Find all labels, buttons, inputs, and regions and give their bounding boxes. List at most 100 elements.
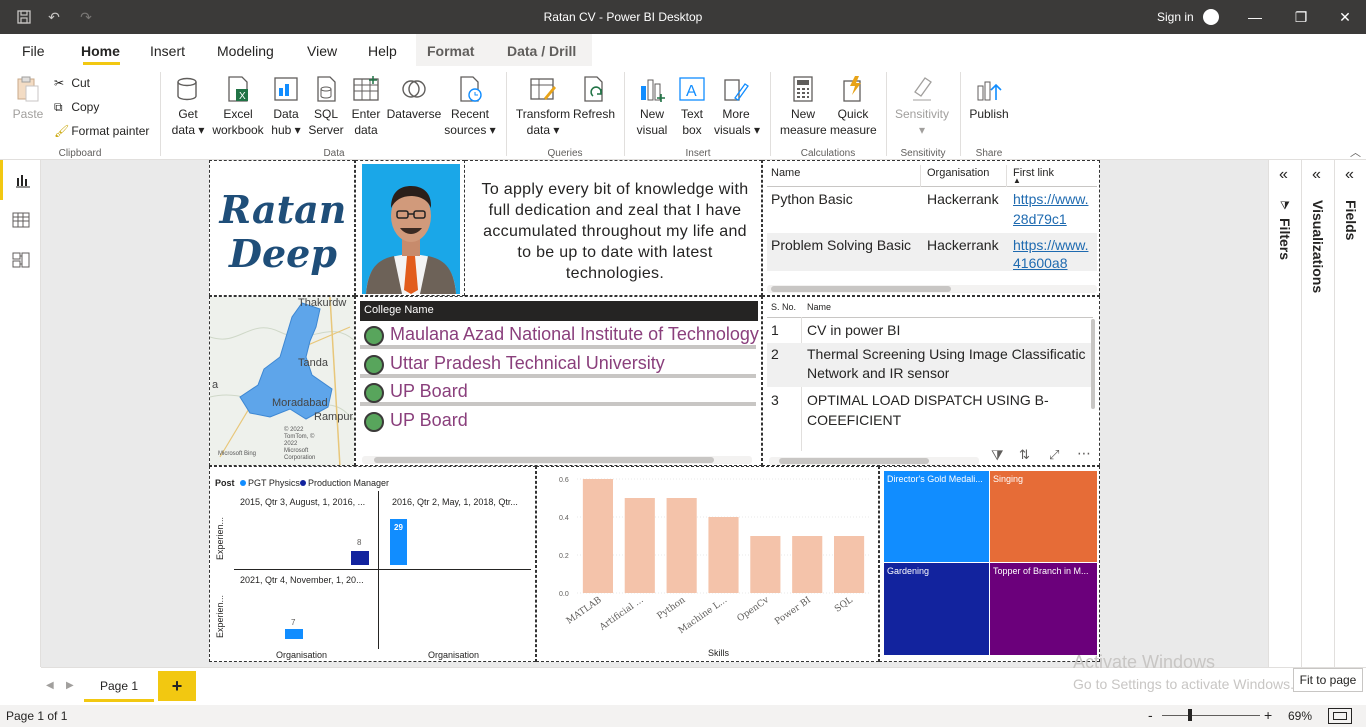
zoom-in-icon[interactable]: + <box>1264 707 1272 723</box>
tab-data-drill[interactable]: Data / Drill <box>507 43 576 59</box>
table-row[interactable]: Problem Solving Basic Hackerrank https:/… <box>767 233 1097 271</box>
table-row[interactable]: Python Basic Hackerrank https://www. 28d… <box>767 187 1097 233</box>
tab-file[interactable]: File <box>22 43 45 59</box>
bar[interactable] <box>666 498 697 593</box>
tab-modeling[interactable]: Modeling <box>217 43 274 59</box>
skills-chart[interactable]: 0.0 0.2 0.4 0.6 MATLAB Artificial ... Python Ma… <box>536 466 879 662</box>
bar[interactable] <box>792 536 823 593</box>
restore-icon[interactable]: ❐ <box>1291 8 1311 26</box>
recent-sources-button[interactable]: Recent sources ▾ <box>444 74 496 138</box>
dataverse-button[interactable]: Dataverse <box>386 74 442 122</box>
tab-insert[interactable]: Insert <box>150 43 185 59</box>
colleges-list[interactable]: College Name Maulana Azad National Insti… <box>355 296 762 466</box>
tab-home[interactable]: Home <box>81 43 120 59</box>
refresh-button[interactable]: Refresh <box>573 74 615 122</box>
cert-header-name[interactable]: Name <box>771 167 800 179</box>
new-visual-button[interactable]: New visual <box>634 74 670 138</box>
profile-photo[interactable] <box>355 160 465 296</box>
bar[interactable] <box>351 551 369 565</box>
scroll-right-icon[interactable]: ▶ <box>66 680 74 691</box>
awards-treemap[interactable]: Director's Gold Medali... Singing Garden… <box>879 466 1100 662</box>
filters-pane[interactable]: « ⧩ Filters <box>1268 160 1301 667</box>
project-header-sno[interactable]: S. No. <box>771 302 796 312</box>
table-row[interactable]: 2 Thermal Screening Using Image Classifi… <box>767 343 1093 387</box>
cert-link[interactable]: 41600a8 <box>1013 255 1068 271</box>
tab-help[interactable]: Help <box>368 43 397 59</box>
horizontal-scrollbar[interactable] <box>767 285 1097 293</box>
project-header-name[interactable]: Name <box>807 302 831 312</box>
sign-in-link[interactable]: Sign in <box>1157 10 1194 24</box>
expand-filters-icon[interactable]: « <box>1279 166 1288 184</box>
table-row[interactable]: 3 OPTIMAL LOAD DISPATCH USING B- COEEFIC… <box>767 389 1093 433</box>
map-visual[interactable]: Thakurdw Tanda Moradabad Rampur a © 2022… <box>209 296 355 466</box>
cert-link[interactable]: https://www. <box>1013 237 1097 253</box>
fields-label[interactable]: Fields <box>1343 200 1359 240</box>
bar[interactable] <box>624 498 655 593</box>
new-measure-button[interactable]: New measure <box>780 74 827 138</box>
close-icon[interactable]: ✕ <box>1335 8 1355 26</box>
cert-header-org[interactable]: Organisation <box>927 167 989 179</box>
text-box-button[interactable]: A Text box <box>674 74 710 138</box>
certifications-table[interactable]: Name Organisation First link ▲ Python Ba… <box>762 160 1100 296</box>
cut-button[interactable]: ✂ Cut <box>54 74 90 92</box>
list-item[interactable]: Uttar Pradesh Technical University <box>360 352 756 378</box>
treemap-tile[interactable]: Singing <box>990 471 1097 562</box>
bar[interactable] <box>834 536 865 593</box>
sensitivity-button[interactable]: Sensitivity ▾ <box>892 74 952 138</box>
expand-visualizations-icon[interactable]: « <box>1312 166 1321 184</box>
objective-card[interactable]: To apply every bit of knowledge with ful… <box>465 160 762 296</box>
scroll-left-icon[interactable]: ◀ <box>46 680 54 691</box>
focus-mode-icon[interactable]: ⤢ <box>1049 447 1059 463</box>
filters-label[interactable]: Filters <box>1277 218 1293 260</box>
list-item[interactable]: UP Board <box>360 380 756 406</box>
horizontal-scrollbar[interactable] <box>769 457 979 465</box>
add-page-button[interactable]: + <box>158 671 196 701</box>
treemap-tile[interactable]: Gardening <box>884 563 989 655</box>
filter-icon[interactable]: ⧩ <box>991 447 1004 464</box>
zoom-out-icon[interactable]: - <box>1148 707 1153 723</box>
publish-button[interactable]: Publish <box>966 74 1012 122</box>
paste-button[interactable]: Paste <box>10 74 46 122</box>
visualizations-pane[interactable]: « Visualizations <box>1301 160 1334 667</box>
cert-link[interactable]: https://www. <box>1013 191 1097 207</box>
drill-icon[interactable]: ⇅ <box>1019 447 1030 463</box>
zoom-slider-thumb[interactable] <box>1188 709 1192 721</box>
minimize-icon[interactable]: — <box>1245 8 1265 26</box>
data-view-button[interactable] <box>0 200 41 240</box>
format-painter-button[interactable]: 🖌 Format painter <box>54 122 149 140</box>
bar[interactable] <box>582 479 613 593</box>
more-visuals-button[interactable]: More visuals ▾ <box>714 74 760 138</box>
sql-server-button[interactable]: SQL Server <box>306 74 346 138</box>
horizontal-scrollbar[interactable] <box>362 456 752 464</box>
quick-measure-button[interactable]: Quick measure <box>830 74 877 138</box>
data-hub-button[interactable]: Data hub ▾ <box>268 74 304 138</box>
projects-table[interactable]: S. No. Name 1 CV in power BI 2 Thermal S… <box>762 296 1100 466</box>
college-header[interactable]: College Name <box>364 304 434 316</box>
experience-chart[interactable]: Post PGT Physics Production Manager 2015… <box>209 466 536 662</box>
model-view-button[interactable] <box>0 240 41 280</box>
treemap-tile[interactable]: Topper of Branch in M... <box>990 563 1097 655</box>
collapse-ribbon-icon[interactable]: ︿ <box>1350 144 1361 160</box>
fit-to-page-button[interactable] <box>1328 708 1352 724</box>
visualizations-label[interactable]: Visualizations <box>1310 200 1326 293</box>
excel-workbook-button[interactable]: X Excel workbook <box>210 74 266 138</box>
tab-format[interactable]: Format <box>427 43 474 59</box>
legend-item[interactable]: PGT Physics <box>248 478 300 488</box>
enter-data-button[interactable]: Enter data <box>348 74 384 138</box>
list-item[interactable]: UP Board <box>360 409 756 435</box>
name-card[interactable]: Ratan Deep <box>209 160 355 296</box>
bar[interactable] <box>750 536 781 593</box>
treemap-tile[interactable]: Director's Gold Medali... <box>884 471 989 562</box>
vertical-scrollbar[interactable] <box>1091 319 1095 409</box>
cert-link[interactable]: 28d79c1 <box>1013 211 1067 227</box>
legend-item[interactable]: Production Manager <box>308 478 389 488</box>
fields-pane[interactable]: « Fields <box>1334 160 1366 667</box>
expand-fields-icon[interactable]: « <box>1345 166 1354 184</box>
bar[interactable] <box>285 629 303 639</box>
copy-button[interactable]: ⧉ Copy <box>54 98 99 116</box>
bar[interactable] <box>708 517 739 593</box>
table-row[interactable]: 1 CV in power BI <box>767 319 1093 343</box>
report-view-button[interactable] <box>0 160 41 200</box>
more-options-icon[interactable]: ⋯ <box>1077 445 1091 462</box>
list-item[interactable]: Maulana Azad National Institute of Techn… <box>360 323 759 349</box>
